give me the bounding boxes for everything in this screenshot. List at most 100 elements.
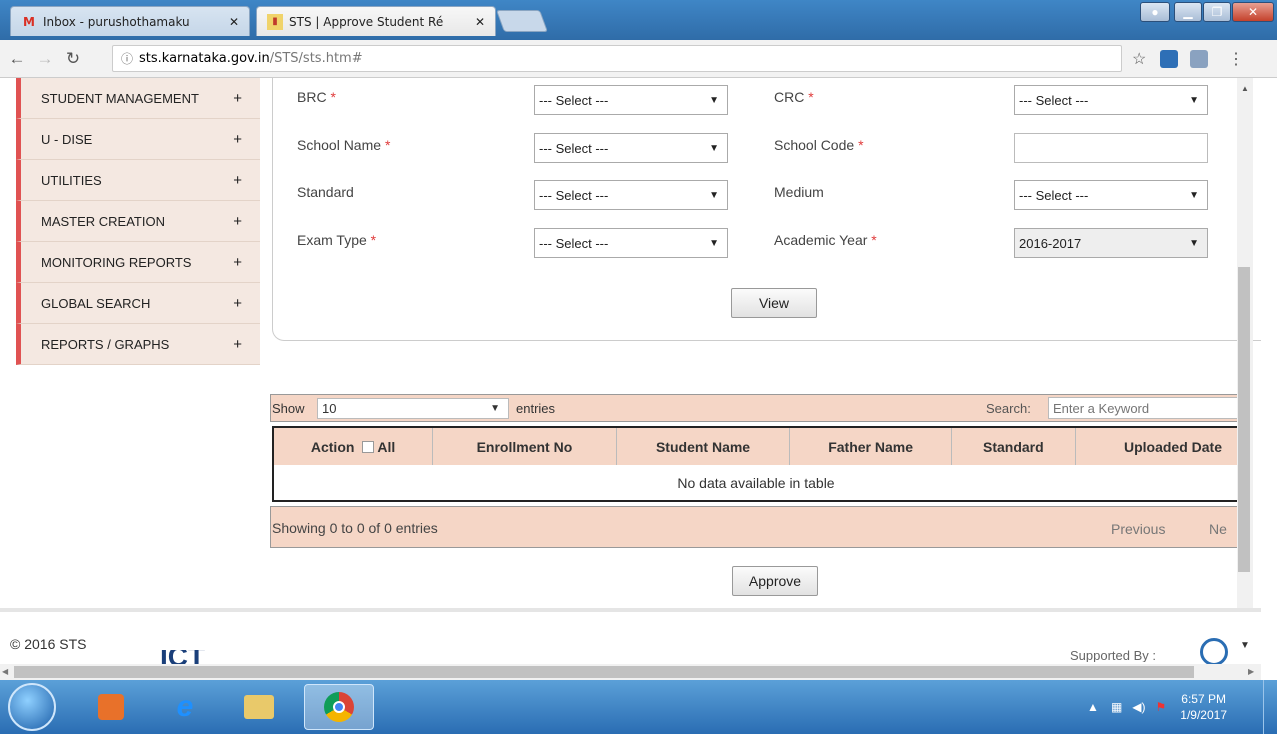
window-close-button[interactable]: ✕: [1232, 2, 1274, 22]
dropdown-caret-icon: ▼: [1189, 94, 1199, 106]
sidebar-item-monitoring-reports[interactable]: MONITORING REPORTS +: [16, 242, 260, 283]
extension-icon[interactable]: [1190, 50, 1208, 68]
sidebar-item-student-management[interactable]: STUDENT MANAGEMENT +: [16, 78, 260, 119]
approve-button[interactable]: Approve: [732, 566, 818, 596]
expand-plus-icon: +: [233, 171, 242, 189]
media-player-icon[interactable]: [82, 684, 140, 730]
close-tab-icon[interactable]: ✕: [475, 15, 485, 29]
sidebar-item-utilities[interactable]: UTILITIES +: [16, 160, 260, 201]
col-uploaded-date[interactable]: Uploaded Date: [1075, 427, 1240, 465]
network-icon[interactable]: ▦: [1111, 700, 1122, 714]
url-path: /STS/sts.htm#: [269, 51, 363, 66]
dropdown-caret-icon: ▼: [490, 403, 500, 414]
dropdown-caret-icon: ▼: [1189, 189, 1199, 201]
sidebar-menu: STUDENT MANAGEMENT + U - DISE + UTILITIES +…: [16, 78, 260, 365]
exam-type-label: Exam Type *: [297, 232, 377, 248]
scroll-right-icon[interactable]: ▶: [1248, 667, 1254, 676]
clock-time: 6:57 PM: [1181, 692, 1226, 706]
school-code-input[interactable]: [1014, 133, 1208, 163]
expand-plus-icon: +: [233, 335, 242, 353]
expand-plus-icon: +: [233, 130, 242, 148]
table-row: No data available in table: [273, 465, 1239, 501]
search-input[interactable]: [1048, 397, 1238, 419]
minimize-button[interactable]: ▁: [1174, 2, 1202, 22]
tab-title: Inbox - purushothamaku: [43, 14, 190, 29]
tab-sts-approve[interactable]: ▮ STS | Approve Student Ré ✕: [256, 6, 496, 36]
expand-plus-icon: +: [233, 253, 242, 271]
vertical-scroll-thumb[interactable]: [1238, 267, 1250, 572]
restore-button[interactable]: ❐: [1203, 2, 1231, 22]
brc-select[interactable]: --- Select --- ▼: [534, 85, 728, 115]
entries-length-select[interactable]: 10 ▼: [317, 398, 509, 419]
horizontal-scroll-thumb[interactable]: [14, 666, 1194, 678]
col-enrollment-no[interactable]: Enrollment No: [432, 427, 617, 465]
col-student-name[interactable]: Student Name: [616, 427, 791, 465]
crc-label: CRC *: [774, 89, 814, 105]
sts-favicon-icon: ▮: [267, 13, 283, 30]
browser-titlebar: M Inbox - purushothamaku ✕ ▮ STS | Appro…: [0, 0, 1277, 40]
student-table: Action All Enrollment No Student Name Fa…: [272, 426, 1240, 502]
crc-select[interactable]: --- Select --- ▼: [1014, 85, 1208, 115]
medium-select[interactable]: --- Select --- ▼: [1014, 180, 1208, 210]
previous-page-button[interactable]: Previous: [1111, 521, 1165, 537]
dropdown-caret-icon: ▼: [709, 142, 719, 154]
col-father-name[interactable]: Father Name: [789, 427, 952, 465]
academic-year-select[interactable]: 2016-2017 ▼: [1014, 228, 1208, 258]
sidebar-item-global-search[interactable]: GLOBAL SEARCH +: [16, 283, 260, 324]
scroll-down-icon[interactable]: ▼: [1240, 640, 1250, 651]
chrome-icon[interactable]: [304, 684, 374, 730]
school-name-label: School Name *: [297, 137, 391, 153]
col-standard[interactable]: Standard: [951, 427, 1076, 465]
show-desktop-button[interactable]: [1263, 680, 1277, 734]
table-footer: Showing 0 to 0 of 0 entries Previous Ne: [270, 506, 1240, 548]
page-footer: © 2016 STS ICT Supported By : ▼: [0, 608, 1261, 666]
sidebar-item-label: GLOBAL SEARCH: [41, 295, 151, 311]
standard-select[interactable]: --- Select --- ▼: [534, 180, 728, 210]
new-tab-button[interactable]: [495, 10, 549, 32]
school-name-select[interactable]: --- Select --- ▼: [534, 133, 728, 163]
start-button[interactable]: [8, 683, 56, 731]
show-hidden-icons-icon[interactable]: ▲: [1087, 700, 1099, 714]
back-icon[interactable]: ←: [6, 49, 28, 69]
volume-icon[interactable]: ◀): [1132, 700, 1145, 714]
expand-plus-icon: +: [233, 89, 242, 107]
copyright-text: © 2016 STS: [10, 636, 87, 652]
file-explorer-icon[interactable]: [230, 684, 288, 730]
empty-message: No data available in table: [677, 474, 835, 491]
tab-inbox[interactable]: M Inbox - purushothamaku ✕: [10, 6, 250, 36]
sidebar-item-u-dise[interactable]: U - DISE +: [16, 119, 260, 160]
system-tray: ▲ ▦ ◀) ⚑ 6:57 PM 1/9/2017: [1087, 680, 1227, 734]
sidebar-item-label: STUDENT MANAGEMENT: [41, 90, 199, 106]
forward-icon[interactable]: →: [34, 49, 56, 69]
col-action: Action All: [273, 427, 434, 465]
sidebar-item-master-creation[interactable]: MASTER CREATION +: [16, 201, 260, 242]
expand-plus-icon: +: [233, 294, 242, 312]
school-code-label: School Code *: [774, 137, 864, 153]
search-label: Search:: [986, 401, 1031, 416]
scroll-up-icon[interactable]: ▲: [1241, 84, 1249, 93]
close-tab-icon[interactable]: ✕: [229, 15, 239, 29]
sidebar-item-reports-graphs[interactable]: REPORTS / GRAPHS +: [16, 324, 260, 365]
filter-form-panel: BRC * --- Select --- ▼ CRC * --- Select -…: [272, 78, 1261, 341]
reload-icon[interactable]: ↻: [62, 49, 84, 69]
exam-type-select[interactable]: --- Select --- ▼: [534, 228, 728, 258]
select-all-checkbox[interactable]: [362, 440, 375, 453]
next-page-button[interactable]: Ne: [1209, 521, 1227, 537]
internet-explorer-icon[interactable]: e: [156, 684, 214, 730]
menu-kebab-icon[interactable]: ⋮: [1228, 49, 1244, 69]
address-bar: ← → ↻ ⓘ sts.karnataka.gov.in/STS/sts.htm…: [0, 40, 1277, 78]
standard-label: Standard: [297, 184, 354, 200]
extension-icon[interactable]: [1160, 50, 1178, 68]
page-viewport: STUDENT MANAGEMENT + U - DISE + UTILITIES +…: [0, 78, 1261, 606]
bookmark-star-icon[interactable]: ☆: [1132, 49, 1146, 69]
action-center-flag-icon[interactable]: ⚑: [1156, 700, 1167, 714]
ict-logo: ICT: [160, 650, 205, 664]
user-profile-button[interactable]: ●: [1140, 2, 1170, 22]
view-button[interactable]: View: [731, 288, 817, 318]
scroll-left-icon[interactable]: ◀: [2, 667, 8, 676]
entries-label: entries: [516, 401, 556, 416]
expand-plus-icon: +: [233, 212, 242, 230]
sidebar-item-label: UTILITIES: [41, 172, 102, 188]
url-input[interactable]: ⓘ sts.karnataka.gov.in/STS/sts.htm#: [112, 45, 1122, 72]
clock[interactable]: 6:57 PM 1/9/2017: [1180, 691, 1227, 723]
